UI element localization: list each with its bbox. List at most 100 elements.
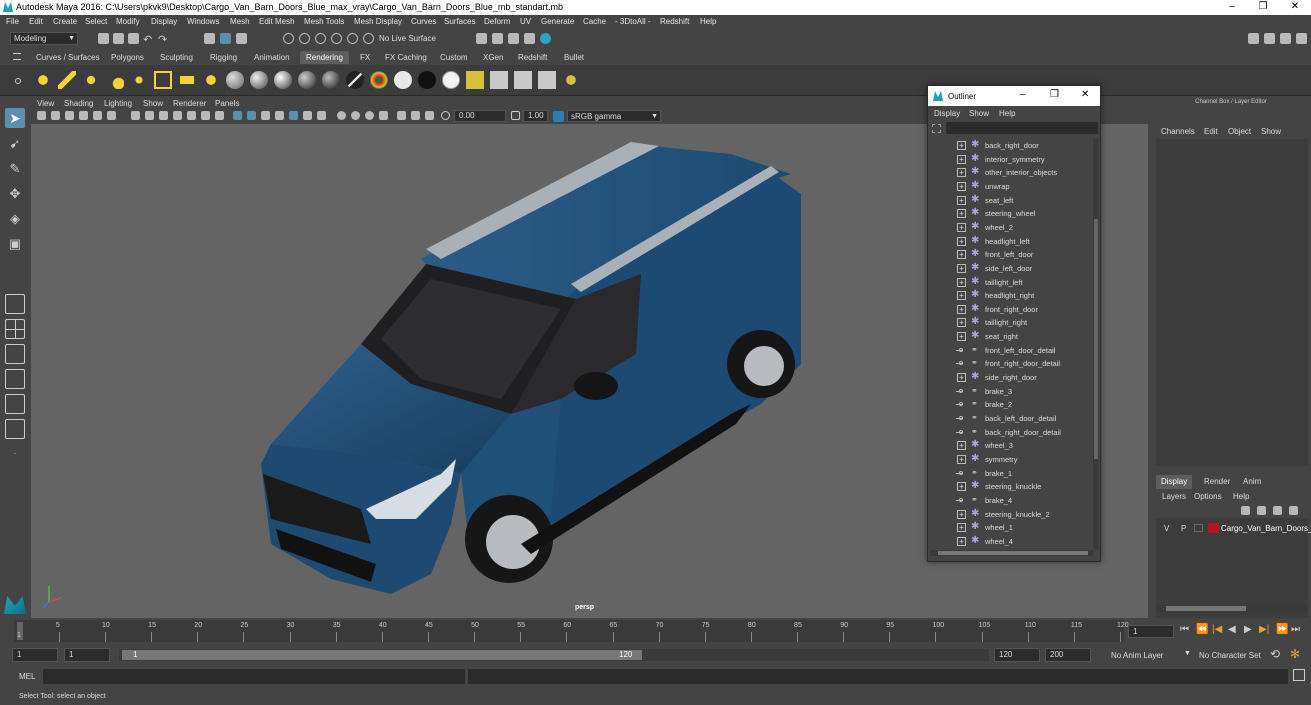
expand-icon[interactable]: +: [957, 195, 966, 205]
layer-tab-display[interactable]: Display: [1156, 475, 1193, 489]
play-backwards-icon[interactable]: ◀: [1228, 624, 1236, 635]
surface-shader-icon[interactable]: [394, 71, 412, 89]
point-light-icon[interactable]: [82, 71, 100, 89]
menu-edit[interactable]: Edit: [29, 17, 43, 26]
layer-name[interactable]: Cargo_Van_Barn_Doors_: [1221, 524, 1311, 533]
menu-select[interactable]: Select: [85, 17, 107, 26]
persp-hypershade-layout-icon[interactable]: [5, 394, 25, 414]
single-perspective-layout-icon[interactable]: [5, 294, 25, 314]
layer-visibility-toggle[interactable]: V: [1164, 524, 1169, 533]
camera-aim-icon[interactable]: [202, 71, 220, 89]
outliner-item-headlight-left[interactable]: + ✱ headlight_left: [928, 235, 1093, 249]
use-background-icon[interactable]: [418, 71, 436, 89]
outliner-menu-help[interactable]: Help: [999, 109, 1015, 118]
shelf-tab-polygons[interactable]: Polygons: [105, 51, 150, 64]
animation-start-field[interactable]: 1: [12, 648, 58, 662]
render-settings-shelf-icon[interactable]: [562, 71, 580, 89]
use-all-lights-icon[interactable]: [289, 111, 298, 120]
outliner-item-back-right-door[interactable]: + ✱ back_right_door: [928, 139, 1093, 153]
area-light-icon[interactable]: [130, 71, 148, 89]
wireframe-on-shaded-icon[interactable]: [261, 111, 270, 120]
panel-menu-renderer[interactable]: Renderer: [173, 99, 206, 108]
step-back-frame-icon[interactable]: |◀: [1212, 624, 1222, 635]
time-ruler[interactable]: 1 5 10 15 20 25 30 35 40 45 50 55 60 65 70 75 80 85 90 95 1…: [14, 620, 1129, 642]
expand-icon[interactable]: +: [957, 304, 966, 314]
animation-end-field[interactable]: 200: [1045, 648, 1091, 662]
exposure-icon[interactable]: [441, 111, 450, 120]
maximize-button[interactable]: ❐: [1248, 0, 1278, 15]
outliner-item-unwrap[interactable]: + ✱ unwrap: [928, 180, 1093, 194]
menu-mesh[interactable]: Mesh: [230, 17, 250, 26]
expand-icon[interactable]: +: [957, 236, 966, 246]
motion-blur-icon[interactable]: [337, 111, 346, 120]
phong-sphere-icon[interactable]: [274, 71, 292, 89]
mode-selector[interactable]: Modeling ▼: [10, 32, 78, 45]
safe-action-icon[interactable]: [201, 111, 210, 120]
menu-display[interactable]: Display: [151, 17, 177, 26]
outliner-item-back-left-door-detail[interactable]: ⚭ back_left_door_detail: [928, 412, 1093, 426]
anisotropic-sphere-icon[interactable]: [322, 71, 340, 89]
textured-icon[interactable]: [275, 111, 284, 120]
menu-deform[interactable]: Deform: [484, 17, 510, 26]
grease-pencil-icon[interactable]: [107, 111, 116, 120]
expand-icon[interactable]: +: [957, 373, 966, 383]
expand-icon[interactable]: +: [957, 523, 966, 533]
scroll-thumb[interactable]: [938, 551, 1088, 555]
preferences-icon[interactable]: ✻: [1290, 647, 1300, 661]
ambient-occlusion-icon[interactable]: [317, 111, 326, 120]
menu-cache[interactable]: Cache: [583, 17, 606, 26]
expand-icon[interactable]: +: [957, 181, 966, 191]
shelf-tab-sculpting[interactable]: Sculpting: [154, 51, 199, 64]
range-bar[interactable]: [122, 650, 642, 660]
safe-title-icon[interactable]: [215, 111, 224, 120]
panel-menu-show[interactable]: Show: [143, 99, 163, 108]
grid-toggle-icon[interactable]: [131, 111, 140, 120]
blinn-sphere-icon[interactable]: [250, 71, 268, 89]
shelf-tab-fx[interactable]: FX: [354, 51, 376, 64]
current-frame-field[interactable]: 1: [1128, 625, 1174, 638]
outliner-item-front-right-door[interactable]: + ✱ front_right_door: [928, 303, 1093, 317]
shelf-tab-rigging[interactable]: Rigging: [204, 51, 243, 64]
channel-menu-edit[interactable]: Edit: [1204, 127, 1218, 136]
menu-create[interactable]: Create: [53, 17, 77, 26]
tool-settings-toggle-icon[interactable]: [1280, 33, 1291, 44]
go-to-start-icon[interactable]: ⏮: [1180, 624, 1189, 635]
outliner-item-front-left-door-detail[interactable]: ⚭ front_left_door_detail: [928, 344, 1093, 358]
expand-icon[interactable]: +: [957, 141, 966, 150]
expand-icon[interactable]: +: [957, 454, 966, 464]
layer-move-down-icon[interactable]: [1257, 506, 1266, 515]
outliner-item-steering-wheel[interactable]: + ✱ steering_wheel: [928, 207, 1093, 221]
ipr-icon[interactable]: [490, 71, 508, 89]
outliner-item-symmetry[interactable]: + ✱ symmetry: [928, 453, 1093, 467]
film-gate-icon[interactable]: [145, 111, 154, 120]
more-layouts-icon[interactable]: ·: [5, 444, 25, 464]
snap-grid-icon[interactable]: [283, 33, 294, 44]
panel-menu-panels[interactable]: Panels: [215, 99, 239, 108]
layer-menu-layers[interactable]: Layers: [1162, 492, 1186, 501]
white-shader-icon[interactable]: [442, 71, 460, 89]
persp-uv-layout-icon[interactable]: [5, 419, 25, 439]
move-tool-icon[interactable]: ✥: [5, 184, 25, 204]
snap-curve-icon[interactable]: [299, 33, 310, 44]
outliner-item-seat-right[interactable]: + ✱ seat_right: [928, 330, 1093, 344]
range-track[interactable]: 1 120: [119, 649, 989, 661]
live-surface-label[interactable]: No Live Surface: [379, 34, 436, 43]
outliner-minimize-button[interactable]: –: [1020, 89, 1026, 100]
menu-generate[interactable]: Generate: [541, 17, 574, 26]
render-view-icon[interactable]: [476, 33, 487, 44]
outliner-item-interior-symmetry[interactable]: + ✱ interior_symmetry: [928, 153, 1093, 167]
expand-icon[interactable]: +: [957, 291, 966, 301]
workspace-icon[interactable]: [1248, 33, 1259, 44]
command-input[interactable]: [43, 669, 465, 684]
step-forward-key-icon[interactable]: ⏩: [1276, 624, 1288, 635]
channel-list[interactable]: [1156, 139, 1308, 466]
directional-light-icon[interactable]: [58, 71, 76, 89]
depth-of-field-icon[interactable]: [365, 111, 374, 120]
anim-layer-dropdown[interactable]: No Anim Layer: [1111, 651, 1163, 660]
menu-uv[interactable]: UV: [520, 17, 531, 26]
outliner-close-button[interactable]: ✕: [1081, 89, 1089, 100]
new-layer-icon[interactable]: [1273, 506, 1282, 515]
expand-icon[interactable]: +: [957, 332, 966, 342]
menu-curves[interactable]: Curves: [411, 17, 436, 26]
expand-icon[interactable]: +: [957, 168, 966, 178]
